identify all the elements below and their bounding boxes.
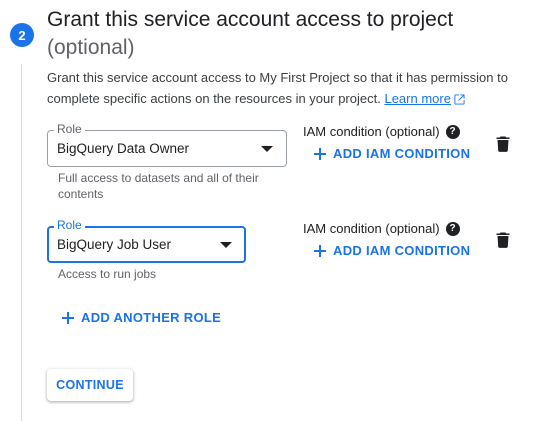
plus-icon — [314, 245, 326, 257]
dropdown-arrow-icon — [220, 242, 232, 248]
step-connector-line — [21, 64, 22, 421]
role-select-2[interactable]: Role BigQuery Job User — [47, 218, 246, 263]
step-title: Grant this service account access to pro… — [47, 6, 547, 62]
plus-icon — [62, 312, 74, 324]
help-icon[interactable]: ? — [445, 125, 460, 139]
step-title-optional: (optional) — [47, 36, 135, 59]
role-label-2: Role — [54, 218, 85, 232]
add-another-role-label: ADD ANOTHER ROLE — [81, 310, 222, 325]
iam-condition-text-2: IAM condition (optional) — [303, 221, 440, 236]
role-value-2: BigQuery Job User — [57, 237, 172, 252]
learn-more-link[interactable]: Learn more — [384, 91, 450, 106]
add-iam-condition-button-1[interactable]: ADD IAM CONDITION — [314, 146, 470, 162]
plus-icon — [314, 148, 326, 160]
step-description-block: Grant this service account access to My … — [47, 67, 527, 109]
add-iam-condition-label-2: ADD IAM CONDITION — [333, 243, 471, 258]
delete-trash-icon[interactable] — [496, 232, 510, 248]
iam-condition-label-2: IAM condition (optional) ? — [303, 221, 460, 237]
delete-trash-icon[interactable] — [496, 136, 510, 152]
help-icon[interactable]: ? — [445, 222, 460, 236]
iam-condition-text-1: IAM condition (optional) — [303, 124, 440, 139]
role-value-1: BigQuery Data Owner — [57, 141, 190, 156]
role-hint-2: Access to run jobs — [58, 267, 157, 281]
step-number-badge: 2 — [10, 23, 34, 47]
role-select-1[interactable]: Role BigQuery Data Owner — [47, 122, 287, 167]
add-iam-condition-button-2[interactable]: ADD IAM CONDITION — [314, 243, 470, 259]
iam-condition-label-1: IAM condition (optional) ? — [303, 124, 460, 140]
add-iam-condition-label-1: ADD IAM CONDITION — [333, 146, 471, 161]
add-another-role-button[interactable]: ADD ANOTHER ROLE — [62, 310, 221, 326]
dropdown-arrow-icon — [261, 146, 273, 152]
continue-button[interactable]: CONTINUE — [47, 369, 133, 401]
step-title-text: Grant this service account access to pro… — [47, 8, 454, 31]
role-hint-1: Full access to datasets and all of their… — [58, 171, 259, 201]
external-link-icon[interactable] — [454, 94, 465, 105]
role-label-1: Role — [54, 122, 85, 136]
learn-more-label: Learn more — [384, 91, 451, 106]
